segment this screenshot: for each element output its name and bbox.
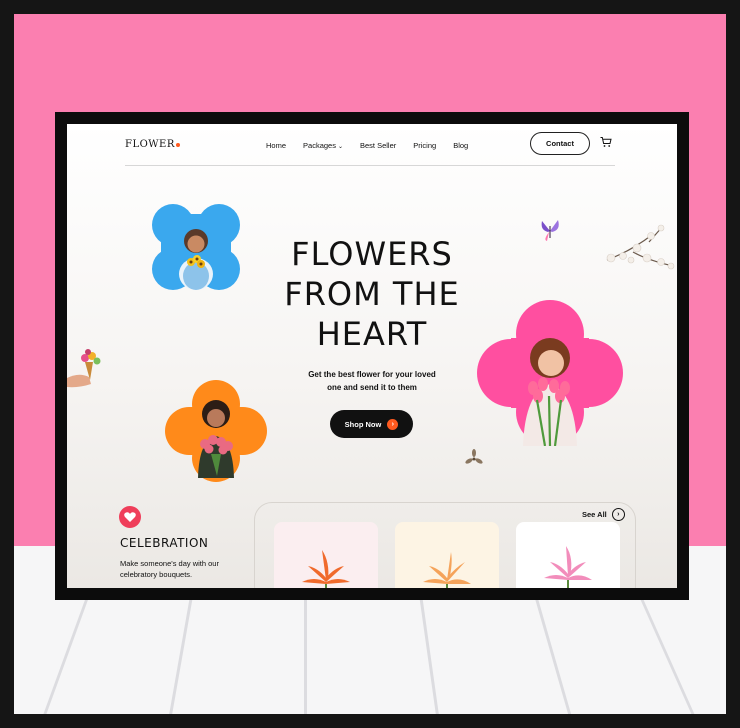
see-all-link[interactable]: See All › [582,508,625,521]
see-all-label: See All [582,510,607,519]
clover-image-woman-tulips [477,300,623,446]
nav-item-home[interactable]: Home [266,141,286,150]
brand-logo[interactable]: FLOWER [125,139,180,150]
product-card[interactable] [516,522,620,588]
chevron-right-icon: › [611,508,625,521]
hand-bouquet-image [67,349,101,388]
chevron-down-icon: ⌄ [337,144,343,150]
shop-now-button[interactable]: Shop Now › [330,410,413,438]
nav-item-blog[interactable]: Blog [453,141,468,150]
section-title: CELEBRATION [120,536,209,550]
contact-button[interactable]: Contact [530,132,590,155]
nav-divider [125,165,615,166]
nav-item-pricing[interactable]: Pricing [413,141,436,150]
lily-flower-image [302,550,350,588]
clover-image-girl [152,204,240,290]
hero-title-line-2: FROM THE [284,275,460,313]
product-card[interactable] [395,522,499,588]
hero-title-line-3: HEART [316,315,428,353]
nav-item-best-seller[interactable]: Best Seller [360,141,396,150]
nav-item-packages[interactable]: Packages ⌄ [303,141,343,150]
cart-icon[interactable] [600,136,612,148]
small-flower-icon [465,449,483,464]
lily-flower-image [423,552,471,588]
product-card[interactable] [274,522,378,588]
lily-flower-image [544,546,592,588]
navbar: FLOWER Home Packages ⌄ Best Seller Pricin… [67,124,677,166]
heart-badge [119,506,141,528]
hero-subtitle-line-1: Get the best flower for your loved [308,370,436,379]
arrow-right-icon: › [387,418,399,430]
heart-icon [124,512,136,522]
hero-subtitle-line-2: one and send it to them [327,383,417,392]
butterfly-icon [541,220,559,241]
nav-item-packages-label: Packages [303,141,336,150]
shop-now-label: Shop Now [344,419,382,429]
hero-title-line-1: FLOWERS [291,235,453,273]
hero-subtitle: Get the best flower for your loved one a… [287,368,457,394]
flower-branch-icon [606,224,675,270]
website-mockup: FLOWER Home Packages ⌄ Best Seller Pricin… [67,124,677,588]
section-description: Make someone's day with our celebratory … [120,559,219,579]
logo-dot [175,143,180,147]
picture-frame: FLOWER Home Packages ⌄ Best Seller Pricin… [55,112,689,600]
clover-image-woman-roses [165,380,267,482]
hero-title: FLOWERS FROM THE HEART [262,234,482,354]
nav-menu: Home Packages ⌄ Best Seller Pricing Blog [266,141,468,150]
brand-name: FLOWER [125,139,175,150]
